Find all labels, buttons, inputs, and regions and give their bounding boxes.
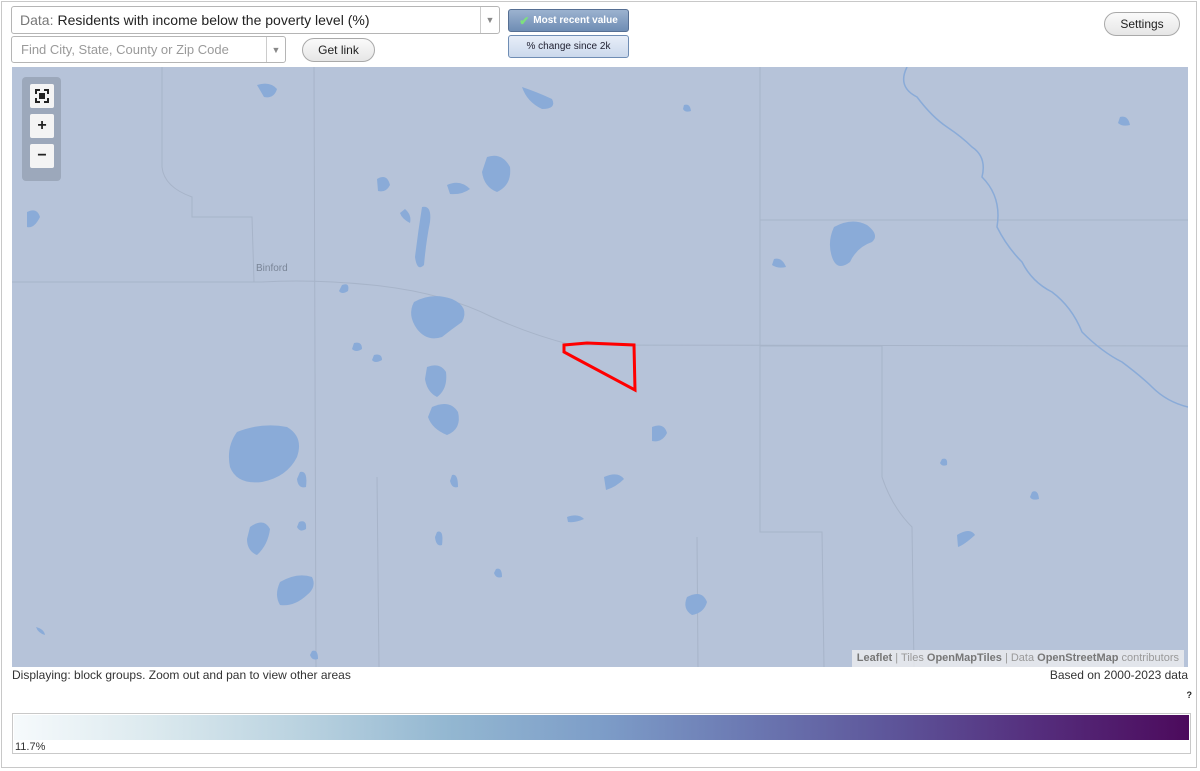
map-view[interactable]: Binford + − Leaflet | Tiles OpenMapTiles… bbox=[12, 67, 1188, 667]
zoom-controls: + − bbox=[22, 77, 61, 181]
attribution-data-prefix: | Data bbox=[1004, 652, 1035, 664]
fullscreen-button[interactable] bbox=[30, 84, 54, 108]
checkmark-icon: ✔ bbox=[519, 13, 530, 28]
settings-button[interactable]: Settings bbox=[1104, 12, 1180, 36]
zoom-in-button[interactable]: + bbox=[30, 114, 54, 138]
location-search-input[interactable]: Find City, State, County or Zip Code ▼ bbox=[11, 36, 286, 63]
legend-min-label: 11.7% bbox=[15, 741, 46, 753]
basemap bbox=[12, 67, 1188, 667]
color-legend: 11.7% bbox=[12, 713, 1191, 754]
chevron-down-icon[interactable]: ▼ bbox=[266, 37, 285, 62]
water-layer bbox=[27, 83, 1130, 660]
river bbox=[902, 67, 1188, 408]
attribution-tiles-prefix: | Tiles bbox=[895, 652, 924, 664]
zoom-out-button[interactable]: − bbox=[30, 144, 54, 168]
most-recent-value-label: Most recent value bbox=[533, 15, 618, 26]
search-placeholder: Find City, State, County or Zip Code bbox=[21, 42, 229, 57]
map-attribution: Leaflet | Tiles OpenMapTiles | Data Open… bbox=[851, 650, 1184, 667]
place-label-binford: Binford bbox=[256, 263, 288, 274]
roads-layer bbox=[12, 67, 1188, 667]
data-select-value: Residents with income below the poverty … bbox=[57, 12, 370, 28]
leaflet-link[interactable]: Leaflet bbox=[857, 652, 892, 664]
data-select-prefix: Data: bbox=[20, 12, 54, 28]
minus-icon: − bbox=[37, 147, 47, 164]
plus-icon: + bbox=[37, 117, 47, 134]
chevron-down-icon[interactable]: ▼ bbox=[480, 7, 499, 33]
selected-block-group[interactable] bbox=[562, 341, 637, 393]
displaying-status: Displaying: block groups. Zoom out and p… bbox=[12, 668, 351, 682]
data-select[interactable]: Data: Residents with income below the po… bbox=[11, 6, 500, 34]
most-recent-value-button[interactable]: ✔ Most recent value bbox=[508, 9, 629, 32]
data-range-note: Based on 2000-2023 data bbox=[1049, 668, 1188, 682]
percent-change-button[interactable]: % change since 2k bbox=[508, 35, 629, 58]
legend-gradient bbox=[14, 715, 1189, 740]
openstreetmap-link[interactable]: OpenStreetMap bbox=[1037, 652, 1118, 664]
get-link-button[interactable]: Get link bbox=[302, 38, 375, 62]
attribution-data-suffix: contributors bbox=[1121, 652, 1179, 664]
openmaptiles-link[interactable]: OpenMapTiles bbox=[927, 652, 1002, 664]
fullscreen-icon bbox=[35, 89, 49, 103]
help-icon[interactable]: ? bbox=[1187, 690, 1193, 700]
